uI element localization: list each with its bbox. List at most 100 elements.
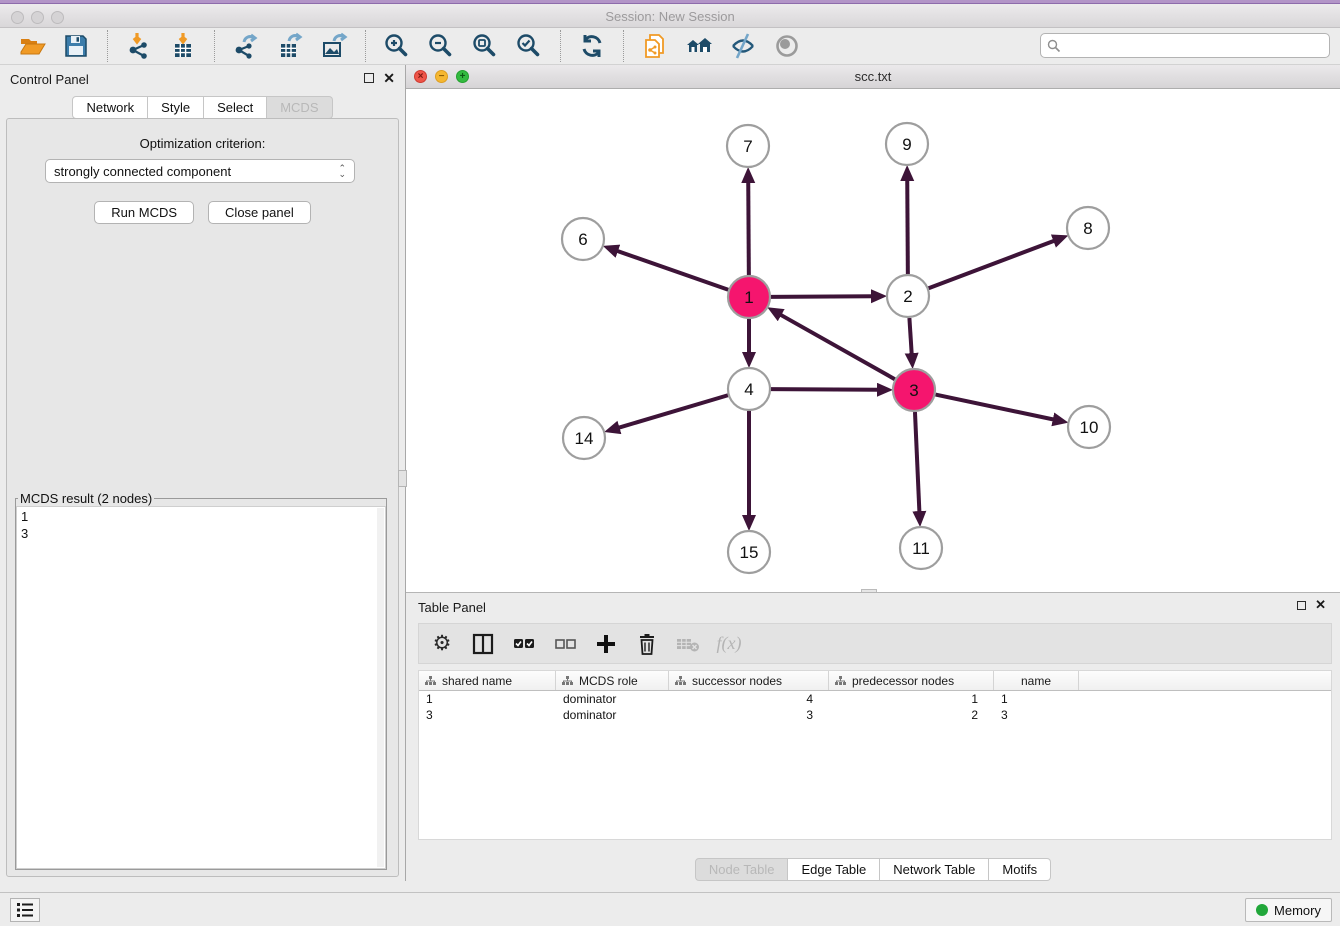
refresh-layout-icon[interactable]	[577, 31, 607, 61]
result-line: 3	[21, 525, 381, 542]
close-panel-icon[interactable]: ✕	[383, 72, 395, 84]
tab-motifs[interactable]: Motifs	[989, 858, 1051, 881]
column-header-predecessor-nodes[interactable]: predecessor nodes	[829, 671, 994, 690]
import-table-icon[interactable]	[168, 31, 198, 61]
open-folder-icon[interactable]	[17, 31, 47, 61]
node-15[interactable]: 15	[728, 531, 770, 573]
tab-select[interactable]: Select	[204, 96, 267, 119]
clone-network-icon[interactable]	[640, 31, 670, 61]
hide-selected-icon[interactable]	[728, 31, 758, 61]
toolbar-separator	[365, 30, 366, 62]
show-columns-icon[interactable]	[470, 631, 496, 657]
first-neighbors-icon[interactable]	[684, 31, 714, 61]
zoom-selected-icon[interactable]	[514, 31, 544, 61]
search-field[interactable]	[1040, 33, 1330, 58]
cell-name[interactable]: 1	[994, 691, 1079, 707]
node-4[interactable]: 4	[728, 368, 770, 410]
cell-shared-name[interactable]: 3	[419, 707, 556, 723]
deselect-all-icon[interactable]	[552, 631, 578, 657]
import-network-icon[interactable]	[124, 31, 154, 61]
edge-4-3[interactable]	[771, 389, 879, 390]
toolbar-separator	[107, 30, 108, 62]
mcds-result-box: MCDS result (2 nodes) 13	[15, 491, 387, 870]
cell-MCDS-role[interactable]: dominator	[556, 707, 669, 723]
edge-2-9[interactable]	[907, 179, 908, 274]
close-panel-button[interactable]: Close panel	[208, 201, 311, 224]
tab-mcds[interactable]: MCDS	[267, 96, 332, 119]
export-network-icon[interactable]	[231, 31, 261, 61]
optimization-criterion-label: Optimization criterion:	[7, 136, 398, 151]
table-row[interactable]: 1dominator411	[419, 691, 1331, 707]
optimization-criterion-select[interactable]: strongly connected component ⌃⌄	[45, 159, 355, 183]
float-table-panel-icon[interactable]	[1297, 601, 1306, 610]
edge-3-11[interactable]	[915, 412, 919, 513]
mcds-result-lines: 13	[17, 507, 385, 543]
run-mcds-button[interactable]: Run MCDS	[94, 201, 194, 224]
node-label: 9	[902, 135, 911, 154]
edge-3-10[interactable]	[936, 395, 1055, 420]
zoom-out-icon[interactable]	[426, 31, 456, 61]
table-row[interactable]: 3dominator323	[419, 707, 1331, 723]
close-table-panel-icon[interactable]: ✕	[1315, 599, 1326, 611]
tab-edge-table[interactable]: Edge Table	[788, 858, 880, 881]
network-canvas[interactable]: 7 9 6 8 1 2 4 3 14 10 15 11	[406, 89, 1340, 592]
result-scrollbar[interactable]	[377, 508, 384, 867]
tab-node-table[interactable]: Node Table	[695, 858, 789, 881]
save-icon[interactable]	[61, 31, 91, 61]
export-image-icon[interactable]	[319, 31, 349, 61]
node-label: 15	[740, 543, 759, 562]
column-header-shared-name[interactable]: shared name	[419, 671, 556, 690]
tab-network[interactable]: Network	[72, 96, 148, 119]
memory-button[interactable]: Memory	[1245, 898, 1332, 922]
cell-shared-name[interactable]: 1	[419, 691, 556, 707]
node-label: 14	[575, 429, 594, 448]
cell-successor-nodes[interactable]: 4	[669, 691, 829, 707]
column-header-successor-nodes[interactable]: successor nodes	[669, 671, 829, 690]
node-8[interactable]: 8	[1067, 207, 1109, 249]
table-settings-icon[interactable]: ⚙	[429, 631, 455, 657]
zoom-fit-icon[interactable]	[470, 31, 500, 61]
node-label: 4	[744, 380, 753, 399]
node-2[interactable]: 2	[887, 275, 929, 317]
node-6[interactable]: 6	[562, 218, 604, 260]
cell-successor-nodes[interactable]: 3	[669, 707, 829, 723]
node-9[interactable]: 9	[886, 123, 928, 165]
edge-1-7[interactable]	[748, 181, 749, 275]
table-header-row: shared nameMCDS rolesuccessor nodesprede…	[419, 671, 1331, 691]
task-history-button[interactable]	[10, 898, 40, 922]
edge-1-2[interactable]	[771, 296, 873, 297]
column-header-name[interactable]: name	[994, 671, 1079, 690]
node-7[interactable]: 7	[727, 125, 769, 167]
select-all-icon[interactable]	[511, 631, 537, 657]
column-header-MCDS-role[interactable]: MCDS role	[556, 671, 669, 690]
cell-predecessor-nodes[interactable]: 1	[829, 691, 994, 707]
tab-style[interactable]: Style	[148, 96, 204, 119]
cell-MCDS-role[interactable]: dominator	[556, 691, 669, 707]
select-stepper-icon: ⌃⌄	[338, 165, 346, 177]
edge-4-14[interactable]	[618, 395, 728, 428]
cell-name[interactable]: 3	[994, 707, 1079, 723]
tab-network-table[interactable]: Network Table	[880, 858, 989, 881]
edge-1-6[interactable]	[616, 251, 728, 290]
search-input[interactable]	[1065, 36, 1329, 56]
show-all-icon[interactable]	[772, 31, 802, 61]
export-table-icon[interactable]	[275, 31, 305, 61]
network-window-titlebar[interactable]: × − + scc.txt	[406, 65, 1340, 89]
cell-predecessor-nodes[interactable]: 2	[829, 707, 994, 723]
edge-3-1[interactable]	[779, 314, 894, 379]
float-panel-icon[interactable]	[364, 73, 374, 83]
zoom-in-icon[interactable]	[382, 31, 412, 61]
node-11[interactable]: 11	[900, 527, 942, 569]
node-1[interactable]: 1	[728, 276, 770, 318]
delete-column-icon[interactable]	[634, 631, 660, 657]
mcds-result-area[interactable]: 13	[16, 506, 386, 869]
edge-2-3[interactable]	[909, 318, 911, 355]
panel-divider-grip[interactable]	[398, 470, 407, 487]
main-toolbar	[0, 28, 1340, 65]
node-14[interactable]: 14	[563, 417, 605, 459]
node-3[interactable]: 3	[893, 369, 935, 411]
control-panel-title: Control Panel	[10, 72, 89, 87]
node-10[interactable]: 10	[1068, 406, 1110, 448]
add-column-icon[interactable]	[593, 631, 619, 657]
edge-2-8[interactable]	[929, 240, 1056, 288]
